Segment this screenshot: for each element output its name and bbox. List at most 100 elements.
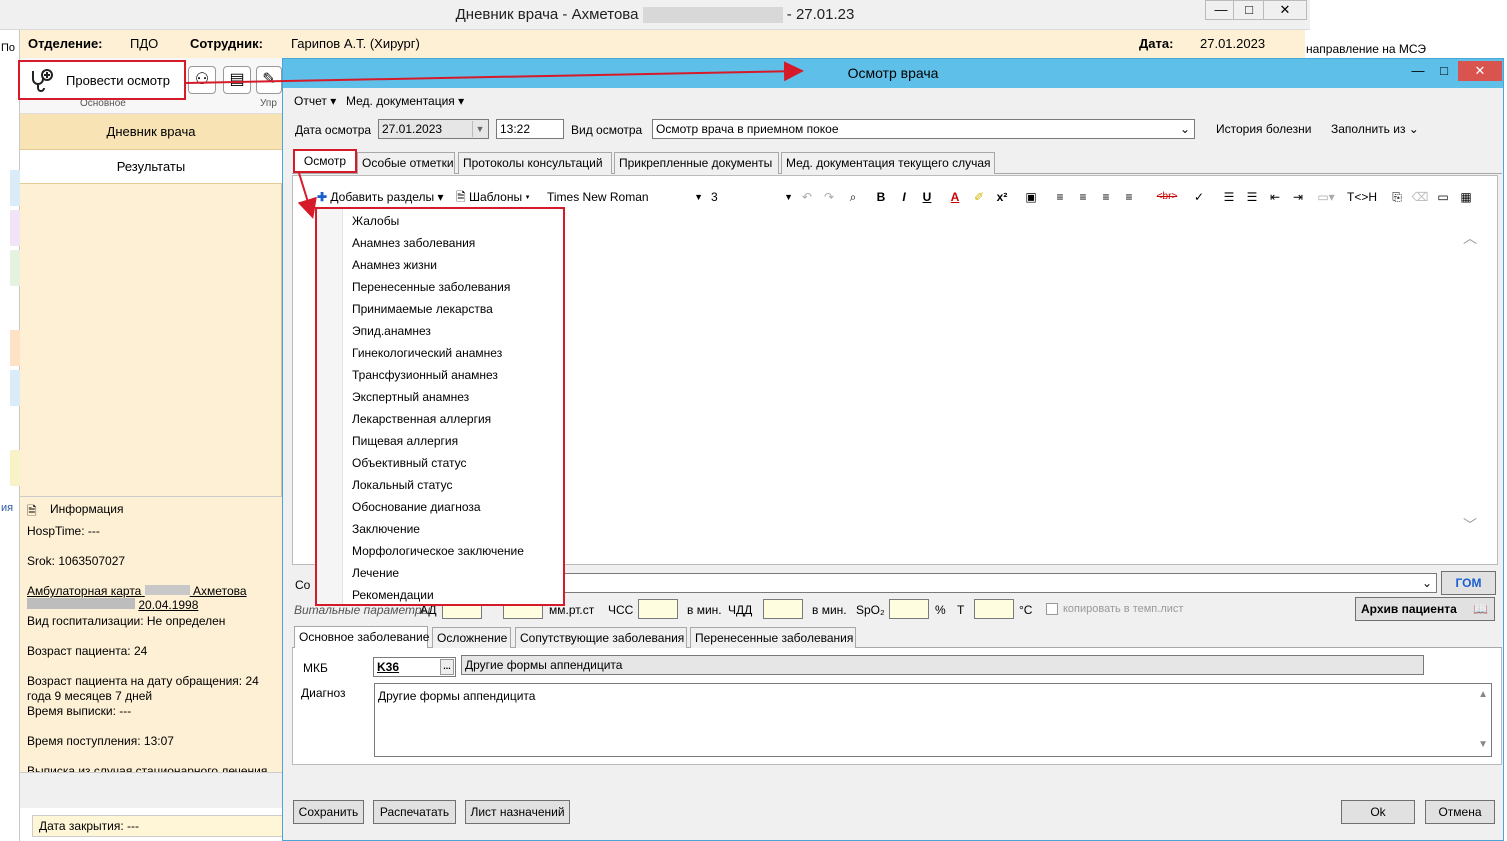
prescription-sheet-button[interactable]: Лист назначений <box>465 800 570 824</box>
scroll-down-icon[interactable]: ﹀ <box>1463 515 1477 535</box>
fill-from-button[interactable]: Заполнить из ⌄ <box>1331 122 1419 136</box>
medical-history-button[interactable]: История болезни <box>1216 122 1311 136</box>
numbered-list-icon[interactable]: ☰ <box>1220 187 1238 207</box>
align-center-icon[interactable]: ≡ <box>1074 187 1092 207</box>
find-icon[interactable]: ⌕ <box>844 187 862 207</box>
mse-referral-text[interactable]: направление на МСЭ <box>1306 42 1426 56</box>
tab-past-diseases[interactable]: Перенесенные заболевания <box>690 627 856 649</box>
menu-item-food-allergy[interactable]: Пищевая аллергия <box>352 434 458 448</box>
bold-icon[interactable]: B <box>872 187 890 207</box>
temp-field[interactable] <box>974 599 1014 619</box>
diagnosis-textarea[interactable]: Другие формы аппендицита ▲ ▼ <box>374 683 1492 757</box>
menu-item-expert-history[interactable]: Экспертный анамнез <box>352 390 469 404</box>
amb-card-link[interactable]: Амбулаторная карта Ахметова <box>27 584 247 598</box>
hr-field[interactable] <box>638 599 678 619</box>
align-right-icon[interactable]: ≡ <box>1097 187 1115 207</box>
t-h-button[interactable]: T<>H <box>1347 187 1377 207</box>
tab-current-case-docs[interactable]: Мед. документация текущего случая <box>781 152 995 174</box>
copy-to-temp-checkbox[interactable] <box>1046 603 1058 615</box>
mkb-code: K36 <box>377 660 400 674</box>
menu-item-medications[interactable]: Принимаемые лекарства <box>352 302 493 316</box>
dialog-close-button[interactable]: ✕ <box>1458 61 1502 81</box>
conduct-exam-button[interactable]: Провести осмотр <box>18 60 186 100</box>
menu-item-disease-history[interactable]: Анамнез заболевания <box>352 236 475 250</box>
highlight-icon[interactable]: ✐ <box>970 187 988 207</box>
justify-icon[interactable]: ≡ <box>1120 187 1138 207</box>
menu-item-treatment[interactable]: Лечение <box>352 566 399 580</box>
dialog-minimize-button[interactable]: — <box>1404 61 1432 81</box>
menu-report-label: Отчет <box>294 94 327 108</box>
menu-item-transfusion-history[interactable]: Трансфузионный анамнез <box>352 368 498 382</box>
undo-icon[interactable]: ↶ <box>798 187 816 207</box>
rr-field[interactable] <box>763 599 803 619</box>
font-size-select[interactable]: 3 ▼ <box>711 187 793 207</box>
ok-button[interactable]: Ok <box>1341 800 1415 824</box>
tab-main-disease[interactable]: Основное заболевание <box>294 626 429 648</box>
tab-exam[interactable]: Осмотр <box>293 149 357 173</box>
align-left-icon[interactable]: ≡ <box>1051 187 1069 207</box>
spellcheck-icon[interactable]: ✓ <box>1190 187 1208 207</box>
menu-item-gyn-history[interactable]: Гинекологический анамнез <box>352 346 502 360</box>
italic-icon[interactable]: I <box>895 187 913 207</box>
menu-report[interactable]: Отчет ▾ <box>294 94 336 108</box>
exam-type-select[interactable]: Осмотр врача в приемном покое ⌄ <box>652 119 1195 139</box>
tab-concomitant-diseases[interactable]: Сопутствующие заболевания <box>515 627 687 649</box>
dialog-maximize-button[interactable]: □ <box>1430 61 1458 81</box>
print-button[interactable]: Распечатать <box>373 800 456 824</box>
group-icon[interactable]: ⚇ <box>188 66 216 94</box>
tab-complication[interactable]: Осложнение <box>432 627 511 649</box>
scroll-up-icon[interactable]: ▲ <box>1478 686 1488 704</box>
menu-item-epid-history[interactable]: Эпид.анамнез <box>352 324 431 338</box>
templates-button[interactable]: 🗎 Шаблоны ▾ <box>456 187 530 207</box>
superscript-icon[interactable]: x² <box>993 187 1011 207</box>
register-icon[interactable]: ▤ <box>223 66 251 94</box>
patient-archive-button[interactable]: Архив пациента 📖 <box>1355 597 1495 621</box>
menu-item-conclusion[interactable]: Заключение <box>352 522 420 536</box>
nav-results[interactable]: Результаты <box>20 150 282 184</box>
menu-med-docs[interactable]: Мед. документация ▾ <box>346 94 464 108</box>
maximize-button[interactable]: □ <box>1233 0 1265 20</box>
font-color-icon[interactable]: A <box>946 187 964 207</box>
tab-special-notes[interactable]: Особые отметки <box>357 152 455 174</box>
conclusion-select[interactable]: ⌄ <box>440 573 1437 593</box>
add-sections-button[interactable]: ✚ Добавить разделы ▾ <box>317 187 444 207</box>
exam-time-field[interactable]: 13:22 <box>496 119 564 139</box>
menu-item-drug-allergy[interactable]: Лекарственная аллергия <box>352 412 491 426</box>
table-icon[interactable]: ▦ <box>1457 187 1475 207</box>
menu-item-life-history[interactable]: Анамнез жизни <box>352 258 437 272</box>
table-style-icon[interactable]: ▭▾ <box>1312 187 1340 207</box>
menu-item-complaints[interactable]: Жалобы <box>352 214 399 228</box>
ellipsis-button[interactable]: ... <box>440 659 454 675</box>
underline-icon[interactable]: U <box>918 187 936 207</box>
field-icon[interactable]: ▭ <box>1434 187 1452 207</box>
scroll-down-icon[interactable]: ▼ <box>1478 736 1488 754</box>
date-picker-icon[interactable]: ▼ <box>472 121 487 137</box>
bullet-list-icon[interactable]: ☰ <box>1243 187 1261 207</box>
menu-item-objective-status[interactable]: Объективный статус <box>352 456 467 470</box>
nav-doctor-diary[interactable]: Дневник врача <box>20 114 282 150</box>
scroll-up-icon[interactable]: ︿ <box>1463 228 1477 248</box>
mkb-code-field[interactable]: K36... <box>373 657 456 677</box>
cancel-button[interactable]: Отмена <box>1425 800 1495 824</box>
image-icon[interactable]: ▣ <box>1022 187 1040 207</box>
redo-icon[interactable]: ↷ <box>820 187 838 207</box>
menu-item-recommendations[interactable]: Рекомендации <box>352 588 434 602</box>
eraser-icon[interactable]: ⌫ <box>1411 187 1429 207</box>
spo2-field[interactable] <box>889 599 929 619</box>
menu-item-diagnosis-rationale[interactable]: Обоснование диагноза <box>352 500 481 514</box>
menu-item-morph-conclusion[interactable]: Морфологическое заключение <box>352 544 524 558</box>
outdent-icon[interactable]: ⇤ <box>1266 187 1284 207</box>
document-icon[interactable]: ✎ <box>256 66 282 94</box>
close-button[interactable]: ✕ <box>1263 0 1307 20</box>
line-break-icon[interactable]: <br> <box>1150 187 1184 207</box>
indent-icon[interactable]: ⇥ <box>1289 187 1307 207</box>
menu-item-past-diseases[interactable]: Перенесенные заболевания <box>352 280 510 294</box>
gom-button[interactable]: ГОМ <box>1441 571 1496 595</box>
save-button[interactable]: Сохранить <box>293 800 364 824</box>
birth-date-line[interactable]: 20.04.1998 <box>27 598 198 612</box>
menu-item-local-status[interactable]: Локальный статус <box>352 478 453 492</box>
font-select[interactable]: Times New Roman ▼ <box>547 187 703 207</box>
tab-attached-documents[interactable]: Прикрепленные документы <box>614 152 779 174</box>
tab-consultation-protocols[interactable]: Протоколы консультаций <box>458 152 612 174</box>
paste-icon[interactable]: ⎘ <box>1388 187 1406 207</box>
